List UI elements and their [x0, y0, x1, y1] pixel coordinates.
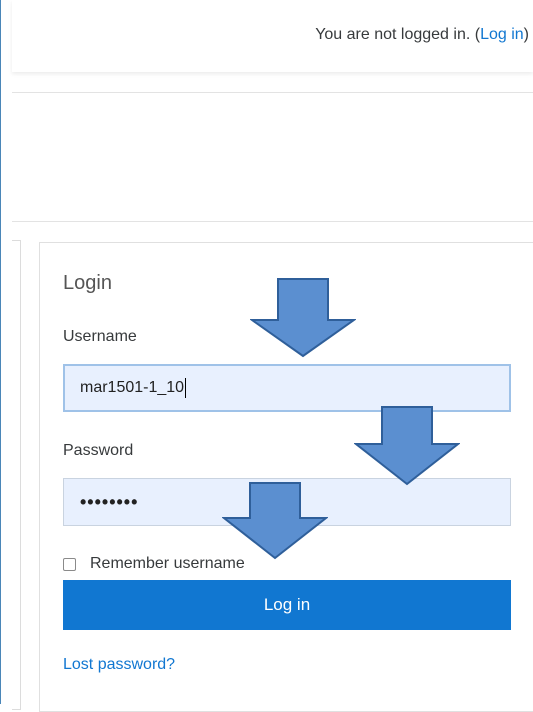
username-value: mar1501-1_10: [80, 379, 185, 396]
page-left-border: [0, 0, 12, 704]
login-title: Login: [63, 272, 112, 294]
login-status-prefix: You are not logged in. (: [315, 26, 481, 43]
remember-checkbox[interactable]: [63, 557, 76, 571]
password-value: ••••••••: [80, 492, 139, 512]
login-button[interactable]: Log in: [63, 580, 511, 630]
header-login-link[interactable]: Log in: [480, 26, 524, 43]
remember-username[interactable]: Remember username: [63, 554, 245, 574]
top-navbar: You are not logged in. (Log in): [12, 0, 533, 72]
lost-password-link[interactable]: Lost password?: [63, 656, 175, 674]
username-field[interactable]: mar1501-1_10: [63, 364, 511, 412]
text-caret: [185, 377, 187, 398]
down-arrow-icon: [354, 406, 460, 486]
down-arrow-icon: [222, 482, 328, 560]
login-status: You are not logged in. (Log in): [315, 26, 529, 44]
page-header: [12, 92, 533, 222]
side-panel: [12, 240, 21, 710]
password-label: Password: [63, 442, 134, 459]
login-status-suffix: ): [523, 26, 529, 43]
down-arrow-icon: [250, 278, 356, 358]
username-label: Username: [63, 328, 137, 345]
